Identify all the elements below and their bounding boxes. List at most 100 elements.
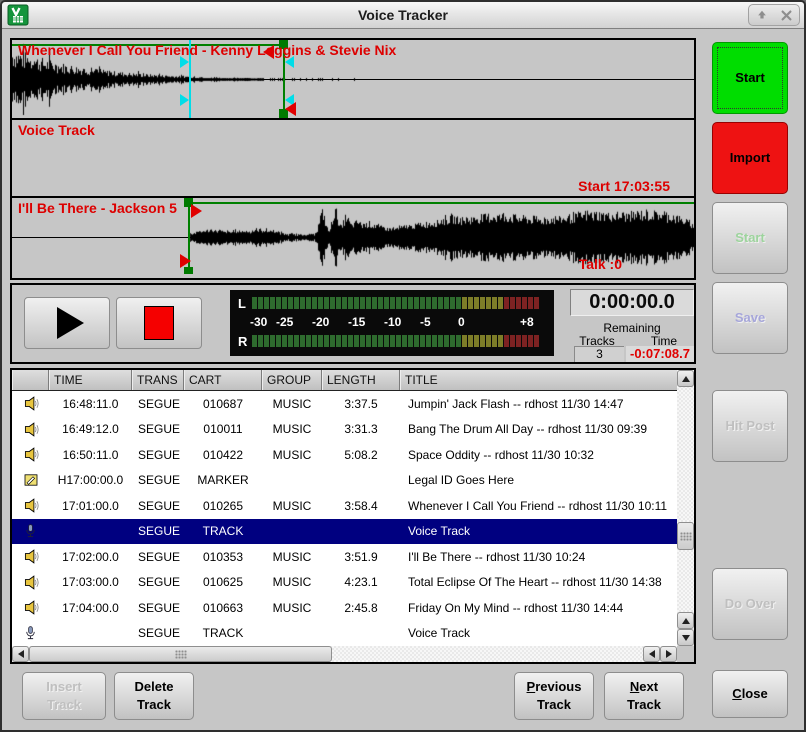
- talk-marker-handle[interactable]: [180, 94, 189, 106]
- meter-segment: [366, 297, 371, 309]
- log-row[interactable]: 17:03:00.0SEGUE010625MUSIC4:23.1Total Ec…: [12, 570, 677, 596]
- meter-segment: [450, 297, 455, 309]
- log-row[interactable]: 17:02:00.0SEGUE010353MUSIC3:51.9I'll Be …: [12, 544, 677, 570]
- meter-segment: [504, 297, 509, 309]
- horizontal-scrollbar[interactable]: [12, 646, 677, 662]
- hit-post-button[interactable]: Hit Post: [712, 390, 788, 462]
- column-header-trans[interactable]: TRANS: [132, 370, 184, 390]
- play-button[interactable]: [24, 297, 110, 349]
- thumb-grip: [175, 650, 187, 659]
- scroll-up-button-2[interactable]: [677, 612, 694, 629]
- meter-segment: [432, 297, 437, 309]
- cell-cart: 010625: [184, 575, 262, 589]
- start-pointer[interactable]: [191, 204, 202, 218]
- meter-segment: [534, 335, 539, 347]
- titlebar[interactable]: Voice Tracker: [2, 2, 804, 29]
- meter-segment: [480, 335, 485, 347]
- log-row[interactable]: H17:00:00.0SEGUEMARKERLegal ID Goes Here: [12, 468, 677, 494]
- next-track-button[interactable]: Next Track: [604, 672, 684, 720]
- meter-segment: [318, 335, 323, 347]
- column-header-length[interactable]: LENGTH: [322, 370, 400, 390]
- meter-segment: [420, 335, 425, 347]
- vertical-scroll-thumb[interactable]: [677, 522, 694, 550]
- fade-level-line[interactable]: [189, 202, 694, 204]
- meter-segment: [510, 297, 515, 309]
- column-header-icon[interactable]: [12, 370, 49, 390]
- meter-segment: [306, 297, 311, 309]
- close-button[interactable]: Close: [712, 670, 788, 718]
- cell-length: 3:37.5: [322, 397, 400, 411]
- speaker-icon: [12, 548, 49, 565]
- remaining-time-value: -0:07:08.7: [626, 346, 694, 362]
- meter-segment: [414, 335, 419, 347]
- left-channel-label: L: [238, 296, 252, 311]
- remaining-tracks-value: 3: [574, 346, 624, 362]
- log-row[interactable]: 17:04:00.0SEGUE010663MUSIC2:45.8Friday O…: [12, 595, 677, 621]
- scroll-up-button[interactable]: [677, 370, 694, 387]
- voice-track-waveform-panel[interactable]: Voice Track Start 17:03:55: [12, 118, 694, 196]
- voice-tracker-window: Voice Tracker Whenever I Call Y: [0, 0, 806, 732]
- cell-group: MUSIC: [262, 422, 322, 436]
- log-row[interactable]: SEGUETRACKVoice Track: [12, 519, 677, 545]
- cell-group: MUSIC: [262, 550, 322, 564]
- scroll-left-button-2[interactable]: [643, 646, 660, 662]
- previous-track-button[interactable]: Previous Track: [514, 672, 594, 720]
- speaker-icon: [12, 446, 49, 463]
- meter-segment: [288, 335, 293, 347]
- cell-trans: SEGUE: [132, 422, 184, 436]
- scroll-right-button[interactable]: [660, 646, 677, 662]
- start-button[interactable]: Start: [712, 42, 788, 114]
- speaker-icon: [12, 395, 49, 412]
- meter-segment: [342, 335, 347, 347]
- scroll-down-button[interactable]: [677, 629, 694, 646]
- cell-trans: SEGUE: [132, 397, 184, 411]
- horizontal-scroll-thumb[interactable]: [29, 646, 332, 662]
- close-button-label: Close: [732, 685, 767, 703]
- right-arrow-icon: [666, 650, 672, 658]
- start-pointer[interactable]: [180, 254, 191, 268]
- do-over-button[interactable]: Do Over: [712, 568, 788, 640]
- meter-segment: [276, 297, 281, 309]
- meter-segment: [414, 297, 419, 309]
- speaker-icon: [12, 497, 49, 514]
- insert-track-button[interactable]: Insert Track: [22, 672, 106, 720]
- start-marker-handle[interactable]: [184, 267, 193, 274]
- end-pointer[interactable]: [285, 102, 296, 116]
- log-row[interactable]: 17:01:00.0SEGUE010265MUSIC3:58.4Whenever…: [12, 493, 677, 519]
- cell-length: 5:08.2: [322, 448, 400, 462]
- column-header-time[interactable]: TIME: [49, 370, 132, 390]
- thumb-grip: [680, 532, 692, 541]
- next-track-waveform-panel[interactable]: I'll Be There - Jackson 5 Talk :0: [12, 196, 694, 274]
- down-arrow-icon: [682, 635, 690, 641]
- log-row[interactable]: SEGUETRACKVoice Track: [12, 621, 677, 647]
- delete-track-button[interactable]: Delete Track: [114, 672, 194, 720]
- column-header-title[interactable]: TITLE: [400, 370, 677, 390]
- waveform-editor: Whenever I Call You Friend - Kenny Loggi…: [10, 38, 696, 280]
- log-row[interactable]: 16:48:11.0SEGUE010687MUSIC3:37.5Jumpin' …: [12, 391, 677, 417]
- meter-segment: [360, 297, 365, 309]
- meter-scale-label: -15: [348, 315, 365, 329]
- cell-time: 17:02:00.0: [49, 550, 132, 564]
- import-button[interactable]: Import: [712, 122, 788, 194]
- close-window-button[interactable]: [774, 5, 799, 25]
- zero-axis: [12, 79, 694, 80]
- meter-segment: [390, 335, 395, 347]
- log-row[interactable]: 16:49:12.0SEGUE010011MUSIC3:31.3Bang The…: [12, 417, 677, 443]
- column-header-cart[interactable]: CART: [184, 370, 262, 390]
- meter-segment: [294, 297, 299, 309]
- scroll-left-button[interactable]: [12, 646, 29, 662]
- shade-window-button[interactable]: [749, 5, 774, 25]
- left-meter-segments: [252, 297, 540, 309]
- vertical-scrollbar[interactable]: [677, 370, 694, 646]
- log-header-row: TIMETRANSCARTGROUPLENGTHTITLE: [12, 370, 677, 391]
- column-header-group[interactable]: GROUP: [262, 370, 322, 390]
- meter-segment: [498, 297, 503, 309]
- save-button[interactable]: Save: [712, 282, 788, 354]
- stop-button[interactable]: [116, 297, 202, 349]
- log-row[interactable]: 16:50:11.0SEGUE010422MUSIC5:08.2Space Od…: [12, 442, 677, 468]
- cell-length: 3:58.4: [322, 499, 400, 513]
- previous-track-waveform-panel[interactable]: Whenever I Call You Friend - Kenny Loggi…: [12, 40, 694, 118]
- record-start-button[interactable]: Start: [712, 202, 788, 274]
- meter-segment: [312, 297, 317, 309]
- meter-segment: [426, 297, 431, 309]
